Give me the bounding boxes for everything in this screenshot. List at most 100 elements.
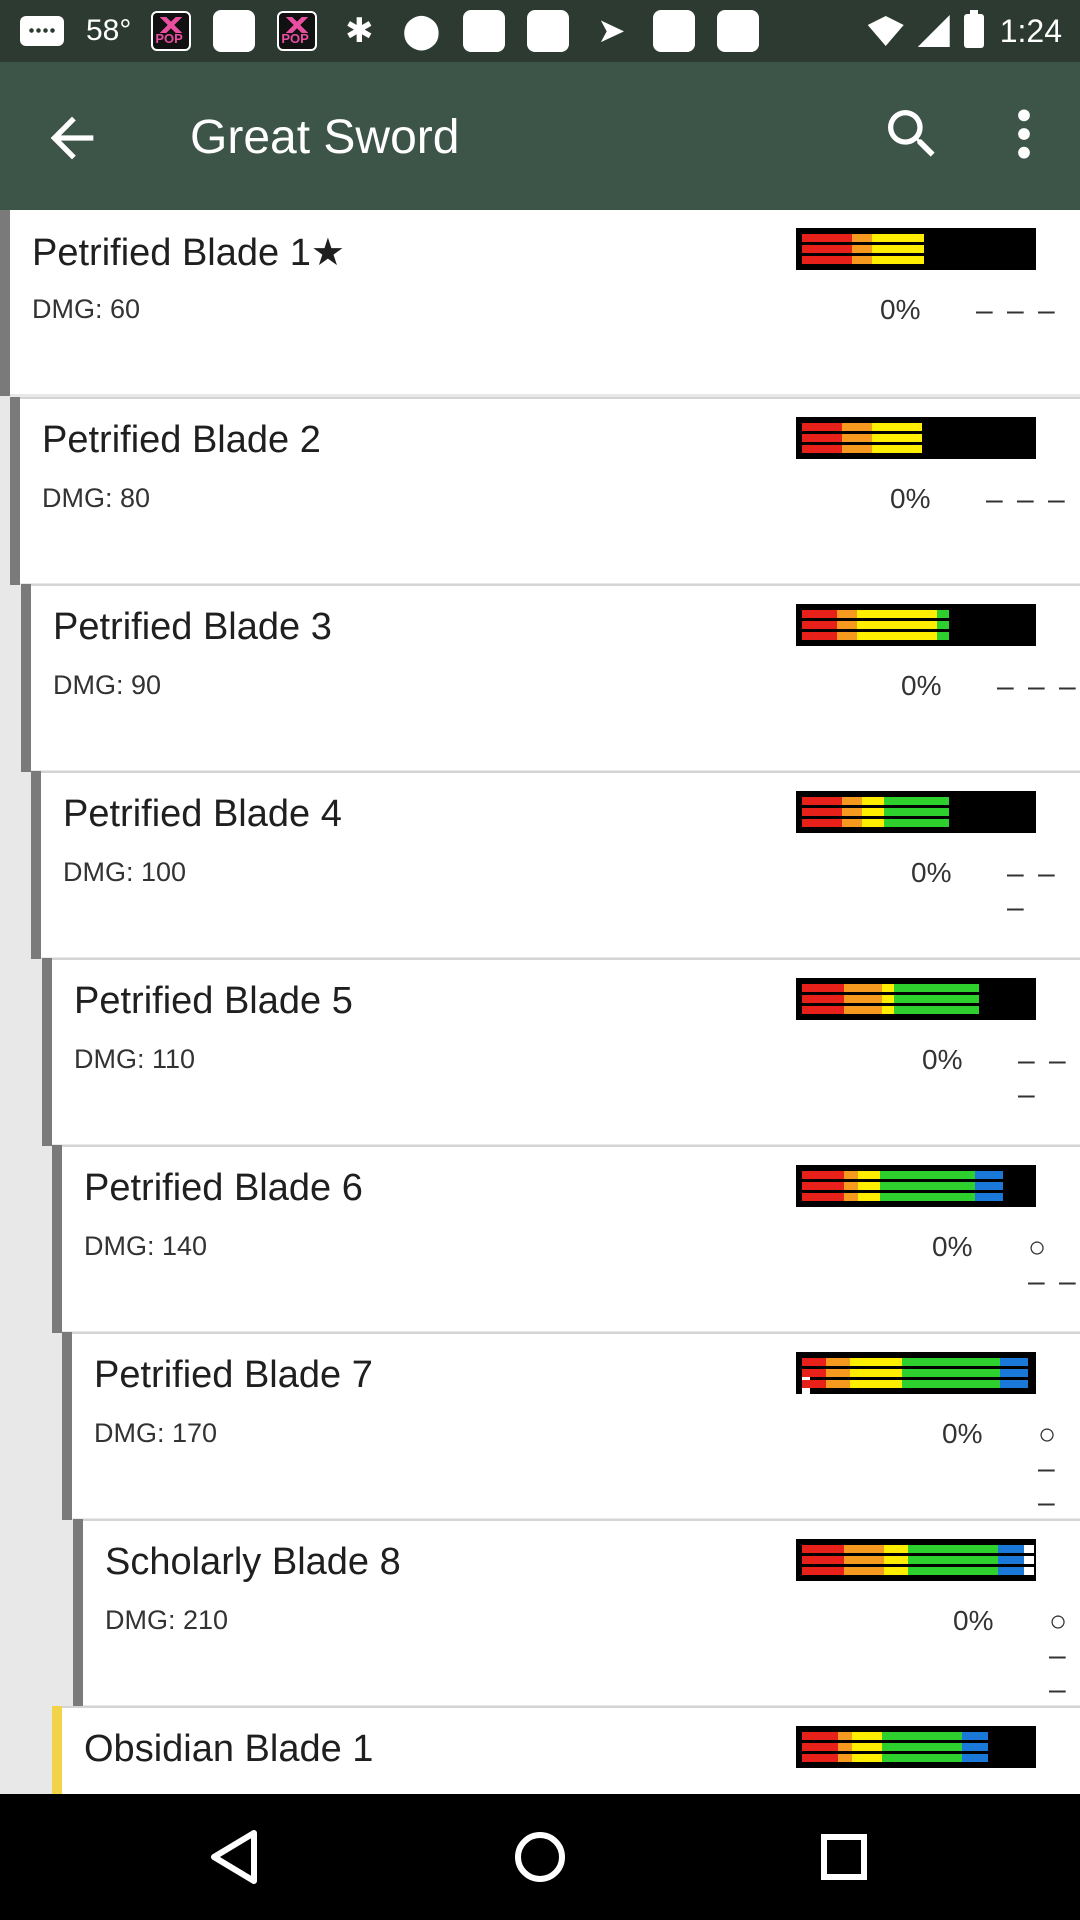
sharpness-gauge [796,791,1036,833]
sharpness-segment-red [802,819,842,827]
nav-back-button[interactable] [196,1817,276,1897]
sharpness-segment-blue [962,1754,988,1762]
sharpness-segment-orange [842,819,862,827]
sharpness-segment-orange [838,1754,852,1762]
sharpness-segment-red [802,234,852,242]
weapon-damage: DMG: 210 [105,1605,229,1635]
sharpness-segment-red [802,1369,826,1377]
weapon-name: Obsidian Blade 1 [84,1728,374,1770]
sharpness-segment-orange [844,995,882,1003]
weapon-slots: ○ – – [1049,1605,1071,1706]
sharpness-segment-orange [837,632,857,640]
sharpness-segment-white [1024,1556,1034,1564]
weapon-row[interactable]: Petrified Blade 7 DMG: 170 0% ○ – – [62,1332,1080,1520]
sharpness-segment-orange [842,423,872,431]
search-button[interactable] [880,102,944,166]
sharpness-segment-red [802,1732,838,1740]
notification-square-icon [527,10,570,52]
sharpness-segment-white [1024,1567,1034,1575]
battery-icon [963,10,984,48]
weapon-row[interactable]: Petrified Blade 6 DMG: 140 0% ○ – – [52,1145,1080,1333]
sharpness-segment-yellow [857,621,937,629]
wifi-icon [867,16,904,46]
sharpness-segment-orange [842,434,872,442]
sharpness-bar [802,1743,988,1751]
sharpness-bar [802,445,922,453]
sharpness-segment-yellow [858,1171,880,1179]
weapon-name: Petrified Blade 1★ [32,232,345,274]
sharpness-segment-orange [852,256,872,264]
send-icon: ➤ [597,12,626,50]
nav-home-button[interactable] [500,1817,580,1897]
sharpness-bar [802,1182,1003,1190]
sharpness-segment-red [802,1567,844,1575]
sharpness-segment-green [882,1732,962,1740]
sharpness-bar [802,995,979,1003]
sharpness-gauge [796,978,1036,1020]
weapon-row[interactable]: Petrified Blade 5 DMG: 110 0% – – – [42,958,1080,1146]
sharpness-segment-orange [844,1545,884,1553]
sharpness-segment-orange [844,1193,858,1201]
clock-text: 1:24 [999,12,1062,49]
signal-icon [917,15,950,47]
sharpness-segment-blue [998,1545,1024,1553]
sharpness-segment-red [802,621,837,629]
sharpness-bar [802,1732,988,1740]
sharpness-segment-yellow [852,1732,882,1740]
weapon-affinity: 0% [953,1605,994,1636]
sharpness-segment-red [802,984,844,992]
sharpness-segment-yellow [872,256,924,264]
nav-recents-button[interactable] [804,1817,884,1897]
sharpness-segment-yellow [872,445,922,453]
sharpness-bar [802,1380,1034,1406]
weapon-slots: – – – [1018,1044,1069,1111]
sharpness-segment-red [802,632,837,640]
sharpness-bar [802,1369,1034,1395]
sharpness-segment-red [802,797,842,805]
sharpness-segment-green [937,621,949,629]
sharpness-segment-orange [826,1369,850,1377]
sharpness-segment-orange [842,808,862,816]
sharpness-segment-green [908,1556,998,1564]
sharpness-segment-orange [844,1182,858,1190]
sharpness-bar [802,610,949,618]
weapon-affinity: 0% [932,1231,973,1262]
weapon-slots: – – – [997,670,1079,703]
sharpness-segment-red [802,1358,826,1366]
sharpness-segment-orange [826,1380,850,1388]
more-options-button[interactable] [1000,102,1048,166]
sharpness-segment-yellow [858,1193,880,1201]
weapon-row[interactable]: Petrified Blade 2 DMG: 80 0% – – – [10,397,1080,585]
sharpness-segment-red [802,423,842,431]
weapon-row[interactable]: Petrified Blade 1★ DMG: 60 0% – – – [0,210,1080,396]
back-button[interactable] [40,106,104,170]
activity-icon: ✱ [345,12,374,50]
weapon-damage: DMG: 170 [94,1418,218,1448]
sharpness-bar [802,256,924,264]
sharpness-segment-yellow [857,610,937,618]
tree-branch-line [21,584,31,772]
sharpness-segment-red [802,256,852,264]
sharpness-segment-green [880,1171,975,1179]
sharpness-segment-green [884,819,949,827]
weapon-slots: – – – [976,294,1058,327]
weapon-row[interactable]: Petrified Blade 3 DMG: 90 0% – – – [21,584,1080,772]
sharpness-segment-green [884,797,949,805]
sharpness-segment-orange [837,610,857,618]
tree-branch-line [31,771,41,959]
weapon-name: Petrified Blade 7 [94,1354,373,1396]
weapon-damage: DMG: 110 [74,1044,196,1074]
sharpness-segment-orange [826,1358,850,1366]
weapon-row[interactable]: Scholarly Blade 8 DMG: 210 0% ○ – – [73,1519,1080,1707]
sharpness-segment-yellow [882,1006,894,1014]
sharpness-bar [802,984,979,992]
pop-app-icon [151,11,192,51]
sharpness-bar [802,1556,1034,1564]
sharpness-segment-blue [998,1556,1024,1564]
navigation-bar [0,1794,1080,1920]
weapon-row[interactable]: Petrified Blade 4 DMG: 100 0% – – – [31,771,1080,959]
sharpness-segment-orange [844,1567,884,1575]
sharpness-segment-green [880,1193,975,1201]
tree-branch-line [0,210,10,396]
weapon-row[interactable]: Obsidian Blade 1 [52,1706,1080,1794]
